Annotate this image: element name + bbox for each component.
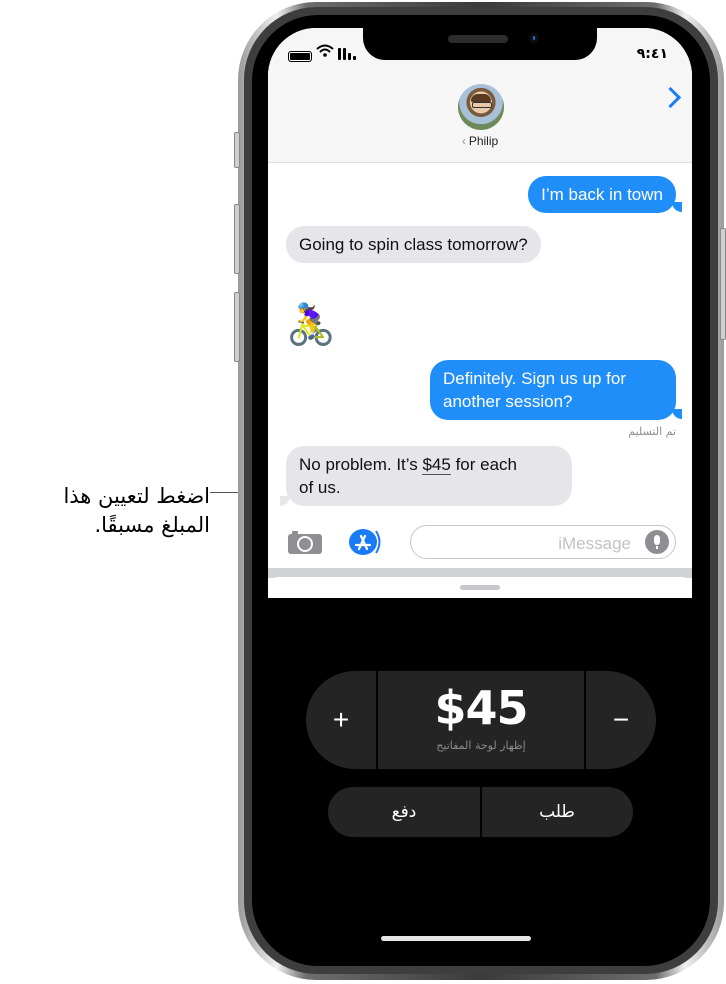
app-drawer-handle-area[interactable] (268, 577, 692, 598)
payment-actions: دفع طلب (328, 787, 633, 837)
signal-icon (338, 48, 356, 60)
home-indicator[interactable] (381, 936, 531, 941)
front-camera (529, 33, 539, 43)
message-text: Going to spin class tomorrow? (299, 235, 528, 254)
detected-amount-link[interactable]: $45 (422, 455, 451, 475)
message-text: for each (450, 455, 517, 474)
messages-view: ٩:٤١ ‹ Philip I’m back in town Going to s… (268, 28, 692, 598)
message-text-line: another session? (443, 392, 573, 411)
chevron-left-icon: ‹ (461, 134, 466, 148)
message-text: No problem. It’s (299, 455, 423, 474)
notch (363, 28, 597, 60)
pay-button[interactable]: دفع (328, 787, 482, 837)
message-input[interactable]: iMessage (410, 525, 676, 559)
message-bubble-incoming: Going to spin class tomorrow? (286, 226, 541, 263)
battery-icon (288, 51, 312, 62)
amount-stepper: + $45 إظهار لوحة المفاتيح − (306, 671, 656, 769)
wifi-icon (316, 44, 334, 62)
contact-name-button[interactable]: ‹ Philip (268, 134, 692, 148)
callout-annotation: اضغط لتعيين هذا المبلغ مسبقًا. (20, 482, 210, 540)
silent-switch (234, 132, 240, 168)
message-bubble-outgoing: I’m back in town (528, 176, 676, 213)
app-store-icon[interactable] (348, 528, 384, 556)
drawer-grabber[interactable] (460, 585, 500, 590)
message-text-line: of us. (299, 478, 341, 497)
message-input-placeholder: iMessage (558, 534, 631, 553)
microphone-icon[interactable] (645, 530, 669, 554)
chevron-right-icon[interactable] (659, 86, 682, 109)
decrease-amount-button[interactable]: − (584, 671, 656, 769)
message-bubble-incoming: No problem. It’s $45 for each of us. (286, 446, 572, 506)
contact-avatar[interactable] (458, 84, 504, 130)
compose-bar: iMessage (268, 518, 692, 568)
camera-icon[interactable] (288, 530, 322, 554)
bubble-tail (280, 496, 290, 506)
contact-name: Philip (468, 134, 499, 148)
status-time: ٩:٤١ (636, 46, 668, 62)
phone-screen: ٩:٤١ ‹ Philip I’m back in town Going to s… (268, 28, 692, 952)
message-text: I’m back in town (541, 185, 663, 204)
request-button[interactable]: طلب (481, 787, 633, 837)
message-text-line: Definitely. Sign us up for (443, 369, 626, 388)
speaker-grille (448, 35, 508, 43)
delivered-status: تم التسليم (628, 425, 676, 438)
volume-down-button (234, 292, 240, 362)
bubble-tail (672, 409, 682, 419)
callout-line-1: اضغط لتعيين هذا (63, 484, 210, 508)
volume-up-button (234, 204, 240, 274)
callout-line-2: المبلغ مسبقًا. (94, 513, 210, 537)
bubble-tail (672, 202, 682, 212)
message-bubble-outgoing: Definitely. Sign us up for another sessi… (430, 360, 676, 420)
emoji-woman-biking: 🚴‍♀️ (286, 303, 336, 347)
side-button (720, 228, 726, 340)
